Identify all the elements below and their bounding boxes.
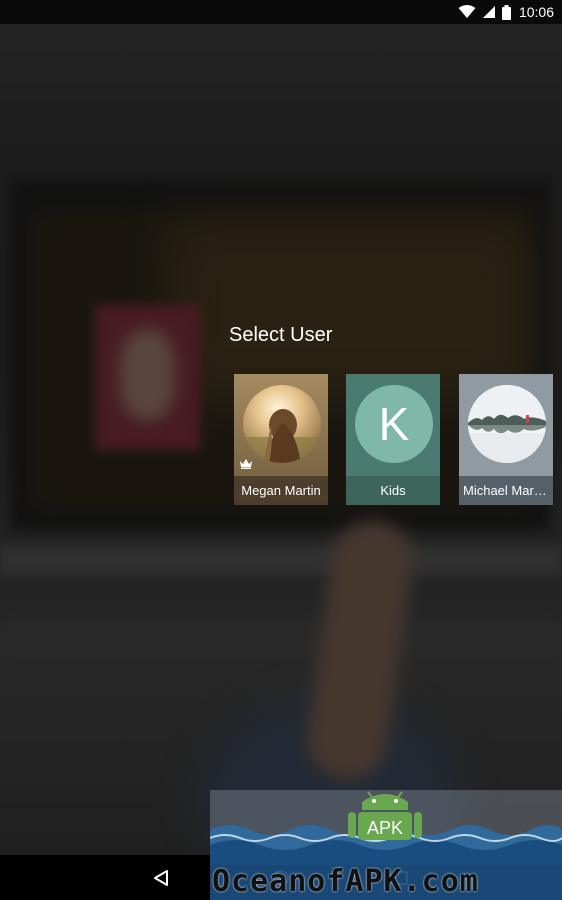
cell-signal-icon: [482, 6, 495, 18]
user-name-label: Michael Mart…: [459, 476, 553, 505]
user-avatar-photo: [243, 385, 321, 463]
dialog-title: Select User: [229, 324, 333, 346]
back-icon: [154, 869, 168, 886]
user-card-kids[interactable]: K Kids: [346, 374, 440, 505]
watermark: APK OceanofAPK.com: [210, 790, 562, 900]
user-avatar-letter: K: [355, 385, 433, 463]
watermark-logo-text: APK: [367, 818, 403, 838]
watermark-text: OceanofAPK.com: [212, 864, 479, 899]
status-bar: 10:06: [0, 0, 562, 24]
user-name-label: Kids: [346, 476, 440, 505]
wifi-icon: [458, 5, 476, 18]
back-button[interactable]: [131, 855, 191, 900]
status-time: 10:06: [518, 4, 554, 20]
battery-icon: [501, 4, 511, 20]
crown-icon: [240, 459, 252, 469]
user-name-label: Megan Martin: [234, 476, 328, 505]
user-card-michael-martin[interactable]: Michael Mart…: [459, 374, 553, 505]
user-card-megan-martin[interactable]: Megan Martin: [234, 374, 328, 505]
user-avatar-photo: [468, 385, 546, 463]
